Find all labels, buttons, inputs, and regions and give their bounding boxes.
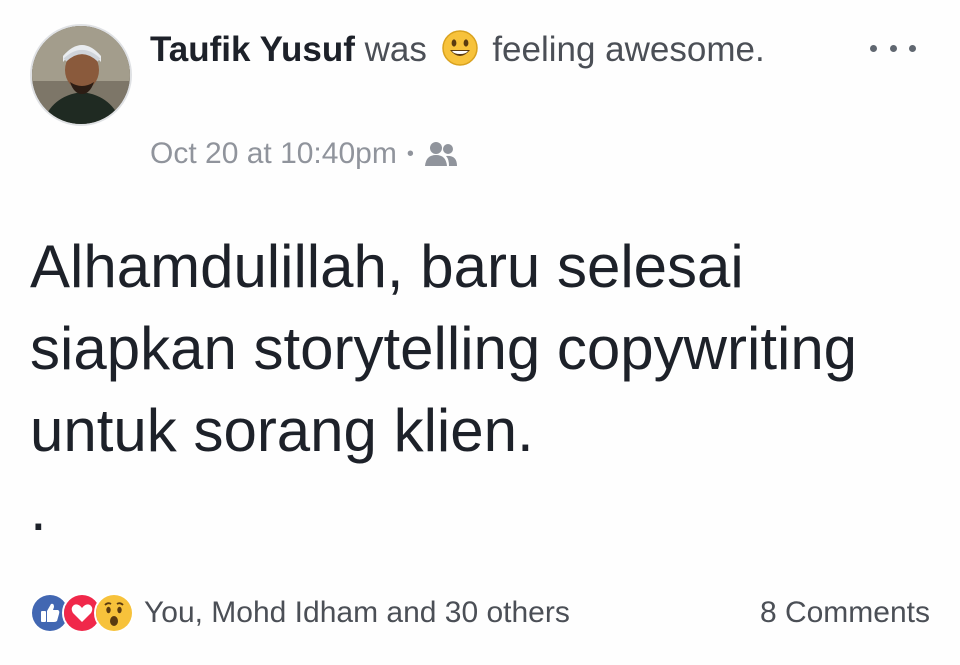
facebook-post: Taufik Yusuf was feeling awesome. Oct 20… [0, 0, 960, 665]
post-body-line: untuk sorang klien. [30, 397, 534, 464]
meta-separator: • [406, 143, 414, 165]
activity-text: feeling awesome. [492, 30, 765, 69]
reaction-icons [30, 592, 134, 634]
more-dot [909, 44, 916, 52]
more-dot [870, 44, 877, 52]
post-header: Taufik Yusuf was feeling awesome. [150, 26, 790, 74]
post-body-line: Alhamdulillah, baru selesai [30, 233, 744, 300]
activity-prefix: was [364, 30, 427, 69]
avatar[interactable] [30, 24, 132, 126]
reactions-text[interactable]: You, Mohd Idham and 30 others [144, 596, 570, 630]
post-timestamp[interactable]: Oct 20 at 10:40pm [150, 134, 397, 174]
more-dot [889, 44, 897, 52]
smiling-emoji-icon [441, 29, 479, 67]
author-name[interactable]: Taufik Yusuf [150, 30, 355, 69]
post-meta: Oct 20 at 10:40pm • [150, 134, 458, 174]
comments-count[interactable]: 8 Comments [760, 588, 930, 638]
friends-icon[interactable] [424, 140, 458, 168]
post-body-line: siapkan storytelling copywriting [30, 315, 858, 382]
post-body: Alhamdulillah, baru selesai siapkan stor… [30, 226, 930, 472]
wow-icon [94, 593, 134, 633]
post-body-trailing: . [30, 476, 47, 543]
more-options-icon[interactable] [870, 36, 916, 60]
